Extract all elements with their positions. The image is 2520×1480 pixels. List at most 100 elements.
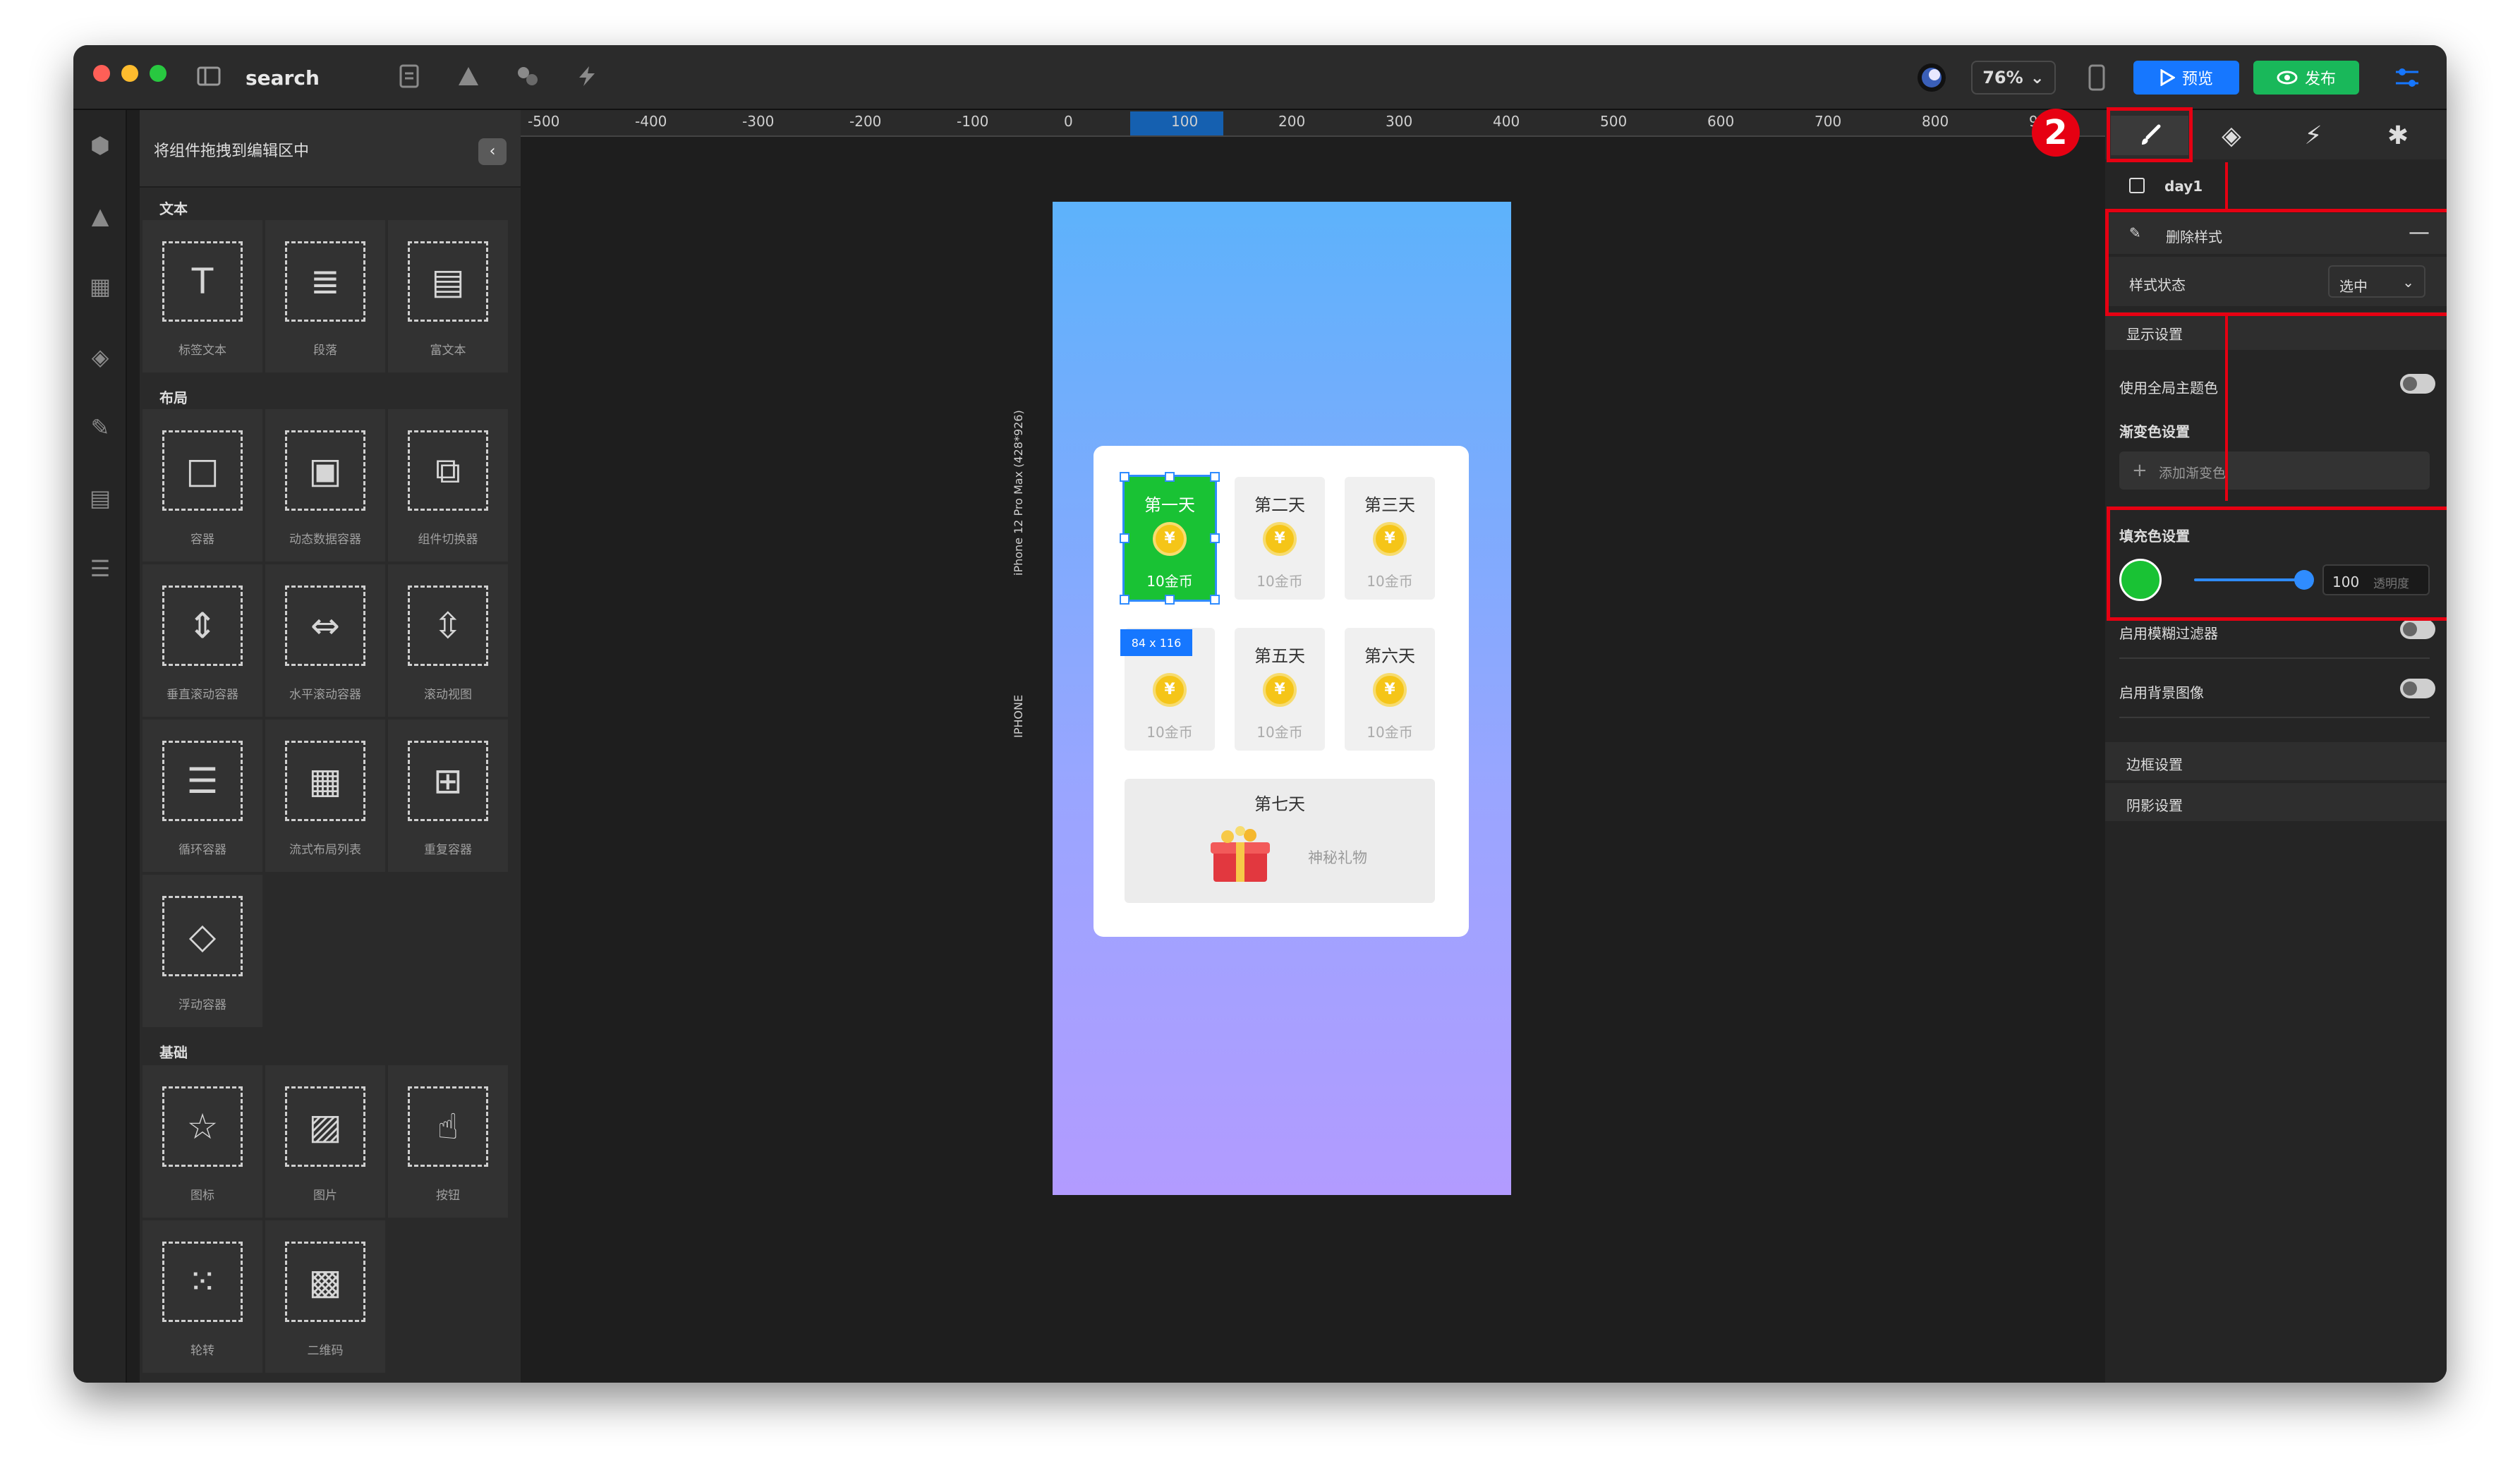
shapes-icon[interactable]	[453, 61, 484, 92]
day-card-3[interactable]: 第三天 ¥ 10金币	[1345, 477, 1435, 600]
collapse-panel-button[interactable]: ‹	[478, 138, 507, 165]
component-tile[interactable]: ◇ 浮动容器	[143, 875, 262, 1027]
component-label: 浮动容器	[178, 998, 226, 1012]
settings-sliders-icon[interactable]	[2390, 61, 2424, 95]
component-tile[interactable]: ▩ 二维码	[265, 1220, 385, 1373]
device-icon[interactable]	[2081, 61, 2112, 95]
shadow-settings-row[interactable]: 阴影设置	[2105, 783, 2447, 821]
style-state-select[interactable]: 选中 ⌄	[2328, 265, 2425, 298]
style-tab-brush-icon[interactable]	[2111, 116, 2188, 155]
component-label: 循环容器	[178, 843, 226, 857]
preview-button[interactable]: 预览	[2133, 61, 2239, 95]
background-image-toggle[interactable]	[2400, 679, 2435, 698]
resize-handle[interactable]	[1165, 595, 1175, 605]
avatar[interactable]	[1915, 61, 1949, 95]
component-tile[interactable]: ▤ 富文本	[388, 220, 508, 372]
qrcode-icon: ▩	[285, 1242, 365, 1322]
components-icon[interactable]	[512, 61, 543, 92]
data-tab-icon[interactable]: ◈	[2193, 116, 2270, 155]
search-label[interactable]: search	[246, 66, 320, 90]
day-card-2[interactable]: 第二天 ¥ 10金币	[1235, 477, 1325, 600]
loop-container-icon: ☰	[162, 741, 243, 821]
day-card-5[interactable]: 第五天 ¥ 10金币	[1235, 628, 1325, 751]
layer-checkbox[interactable]	[2129, 178, 2145, 193]
component-tile[interactable]: ☰ 循环容器	[143, 720, 262, 872]
cube-icon[interactable]: ⬢	[86, 131, 114, 159]
resize-handle[interactable]	[1120, 533, 1129, 543]
minus-icon[interactable]: —	[2409, 220, 2430, 245]
component-tile[interactable]: ☝ 按钮	[388, 1065, 508, 1218]
coin-icon: ¥	[1263, 673, 1297, 707]
document-icon[interactable]	[394, 61, 425, 92]
layout-icon[interactable]: ▦	[86, 272, 114, 301]
component-tile[interactable]: □ 容器	[143, 409, 262, 562]
day-card-6[interactable]: 第六天 ¥ 10金币	[1345, 628, 1435, 751]
fill-color-swatch[interactable]	[2119, 559, 2162, 601]
resize-handle[interactable]	[1210, 595, 1220, 605]
component-tile[interactable]: ⊞ 重复容器	[388, 720, 508, 872]
blocks-icon[interactable]: ▲	[86, 202, 114, 230]
day-reward: 10金币	[1256, 724, 1303, 741]
component-tile[interactable]: ⁙ 轮转	[143, 1220, 262, 1373]
day-reward: 10金币	[1146, 573, 1193, 590]
event-tab-lightning-icon[interactable]: ⚡	[2274, 116, 2352, 155]
publish-button[interactable]: 发布	[2253, 61, 2359, 95]
vertical-scroll-icon: ⇕	[162, 586, 243, 666]
pin-icon[interactable]: ✎	[86, 413, 114, 442]
border-settings-row[interactable]: 边框设置	[2105, 742, 2447, 780]
day-card-7[interactable]: 第七天 神秘礼物	[1125, 779, 1435, 903]
ruler-tick: 600	[1707, 113, 1735, 130]
opacity-slider-track[interactable]	[2194, 578, 2303, 581]
component-tile[interactable]: ▦ 流式布局列表	[265, 720, 385, 872]
annotation-arrow	[2225, 316, 2228, 501]
component-label: 垂直滚动容器	[166, 688, 238, 702]
resize-handle[interactable]	[1120, 595, 1129, 605]
ruler-tick: -300	[742, 113, 775, 130]
repeat-container-icon: ⊞	[408, 741, 488, 821]
sidebar-toggle-icon[interactable]	[193, 61, 224, 92]
button-icon: ☝	[408, 1086, 488, 1167]
list-icon[interactable]: ☰	[86, 554, 114, 583]
step-number-badge: 2	[2032, 109, 2080, 157]
left-rail: ⬢ ▲ ▦ ◈ ✎ ▤ ☰	[73, 110, 127, 1383]
day-card-1[interactable]: 第一天 ¥ 10金币	[1122, 475, 1217, 602]
day-reward: 10金币	[1367, 573, 1413, 590]
component-tile[interactable]: ▣ 动态数据容器	[265, 409, 385, 562]
device-size-label: iPhone 12 Pro Max (428*926)	[1012, 410, 1025, 576]
component-tile[interactable]: ⧉ 组件切换器	[388, 409, 508, 562]
delete-style-row[interactable]: ✎ 删除样式 —	[2105, 213, 2447, 254]
component-tile[interactable]: ▨ 图片	[265, 1065, 385, 1218]
component-tile[interactable]: ≣ 段落	[265, 220, 385, 372]
component-tile[interactable]: T 标签文本	[143, 220, 262, 372]
resize-handle[interactable]	[1165, 472, 1175, 482]
paragraph-icon: ≣	[285, 241, 365, 322]
ruler-tick: -100	[957, 113, 989, 130]
component-tile[interactable]: ⇕ 垂直滚动容器	[143, 564, 262, 717]
close-window-button[interactable]	[93, 65, 110, 82]
day-reward: 10金币	[1367, 724, 1413, 741]
resize-handle[interactable]	[1210, 472, 1220, 482]
opacity-input[interactable]: 100 透明度	[2322, 564, 2430, 595]
opacity-slider-thumb[interactable]	[2294, 570, 2314, 590]
layers-icon[interactable]: ◈	[86, 343, 114, 371]
maximize-window-button[interactable]	[150, 65, 166, 82]
resize-handle[interactable]	[1210, 533, 1220, 543]
blur-filter-toggle[interactable]	[2400, 619, 2435, 639]
component-tile[interactable]: ⇔ 水平滚动容器	[265, 564, 385, 717]
debug-tab-bug-icon[interactable]: ✱	[2359, 116, 2437, 155]
section-title-basic: 基础	[159, 1044, 188, 1061]
shadow-settings-label: 阴影设置	[2126, 797, 2183, 814]
editor-canvas[interactable]: -500 -400 -300 -200 -100 0 100 200 300 4…	[521, 110, 2118, 1383]
display-settings-row[interactable]: 显示设置	[2105, 312, 2447, 350]
resize-handle[interactable]	[1120, 472, 1129, 482]
section-title-layout: 布局	[159, 389, 188, 406]
add-gradient-button[interactable]: + 添加渐变色	[2119, 451, 2430, 490]
play-icon	[2160, 69, 2175, 86]
actions-icon[interactable]	[571, 61, 602, 92]
global-theme-toggle[interactable]	[2400, 374, 2435, 394]
template-icon[interactable]: ▤	[86, 484, 114, 512]
minimize-window-button[interactable]	[121, 65, 138, 82]
component-tile[interactable]: ☆ 图标	[143, 1065, 262, 1218]
zoom-select[interactable]: 76% ⌄	[1971, 61, 2056, 95]
component-tile[interactable]: ⇳ 滚动视图	[388, 564, 508, 717]
